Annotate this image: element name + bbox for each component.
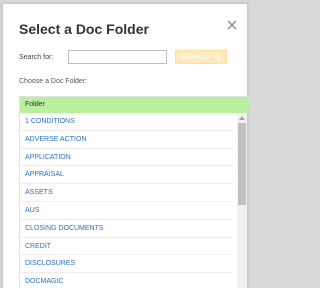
folder-list-body: 1 CONDITIONS ADVERSE ACTION APPLICATION … <box>20 113 249 288</box>
folder-list-scrollbar[interactable] <box>237 113 247 288</box>
folder-item-adverse-action[interactable]: ADVERSE ACTION <box>20 131 233 149</box>
search-button[interactable]: SEARCH <box>175 50 227 64</box>
doc-folder-dialog: Select a Doc Folder Search for: SEARCH C… <box>2 3 249 288</box>
folder-list: Folder 1 CONDITIONS ADVERSE ACTION APPLI… <box>19 96 249 288</box>
folder-item-conditions[interactable]: 1 CONDITIONS <box>20 113 233 131</box>
folder-item-credit[interactable]: CREDIT <box>20 238 233 256</box>
folder-item-disclosures[interactable]: DISCLOSURES <box>20 255 233 274</box>
folder-item-closing-documents[interactable]: CLOSING DOCUMENTS <box>20 220 233 238</box>
folder-item-assets[interactable]: ASSETS <box>20 184 233 202</box>
folder-item-aus[interactable]: AUS <box>20 202 233 220</box>
folder-item-application[interactable]: APPLICATION <box>20 149 233 167</box>
search-input[interactable] <box>68 50 167 64</box>
search-icon <box>213 53 221 61</box>
search-label: Search for: <box>19 54 54 61</box>
dialog-title: Select a Doc Folder <box>19 21 149 37</box>
folder-list-header: Folder <box>20 97 249 113</box>
scroll-up-arrow-icon[interactable] <box>239 116 245 120</box>
folder-item-docmagic[interactable]: DOCMAGIC <box>20 273 233 288</box>
choose-folder-label: Choose a Doc Folder: <box>19 78 88 85</box>
scrollbar-thumb[interactable] <box>238 123 246 205</box>
search-button-label: SEARCH <box>181 53 211 61</box>
folder-item-appraisal[interactable]: APPRAISAL <box>20 166 233 185</box>
close-icon[interactable] <box>225 18 239 32</box>
